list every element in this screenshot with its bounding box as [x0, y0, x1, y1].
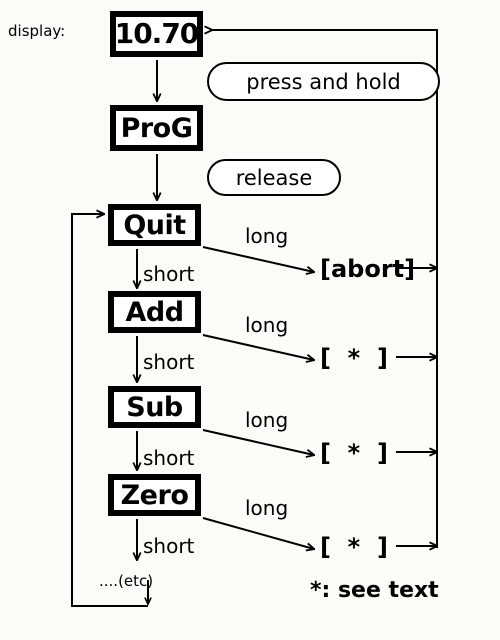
etc-label: ....(etc) — [99, 572, 154, 590]
state-box-add-inner: Add — [113, 296, 196, 328]
edge-label-long-add: long — [245, 313, 289, 337]
state-label-quit: Quit — [123, 209, 186, 241]
edge-label-long-zero: long — [245, 496, 289, 520]
token-star-add: [ * ] — [320, 344, 388, 372]
token-abort: [abort] — [320, 255, 416, 283]
state-box-quit-inner: Quit — [113, 209, 196, 241]
display-caption: display: — [8, 22, 66, 40]
state-box-prog-inner: ProG — [115, 110, 198, 146]
state-label-display: 10.70 — [114, 17, 200, 50]
annotation-release-label: release — [235, 165, 313, 190]
state-box-zero-inner: Zero — [113, 479, 196, 511]
diagram-canvas: display: 10.70 ProG Quit Add Sub Zero pr… — [0, 0, 500, 640]
edge-label-short-quit: short — [143, 262, 195, 286]
edge-label-short-zero: short — [143, 534, 195, 558]
edge-label-short-add: short — [143, 350, 195, 374]
state-box-quit[interactable]: Quit — [108, 204, 201, 246]
annotation-press-and-hold: press and hold — [207, 62, 440, 101]
state-box-sub-inner: Sub — [113, 391, 196, 423]
state-label-add: Add — [125, 296, 184, 328]
edge-label-short-sub: short — [143, 446, 195, 470]
token-star-zero: [ * ] — [320, 533, 388, 561]
token-star-sub: [ * ] — [320, 439, 388, 467]
state-box-display[interactable]: 10.70 — [110, 11, 203, 57]
state-box-zero[interactable]: Zero — [108, 474, 201, 516]
annotation-release: release — [207, 159, 341, 196]
state-label-prog: ProG — [120, 112, 193, 144]
state-label-sub: Sub — [126, 391, 183, 423]
state-box-sub[interactable]: Sub — [108, 386, 201, 428]
state-box-prog[interactable]: ProG — [110, 105, 203, 151]
edge-label-long-sub: long — [245, 408, 289, 432]
footnote-see-text: *: see text — [310, 578, 439, 603]
state-label-zero: Zero — [120, 479, 189, 511]
state-box-display-inner: 10.70 — [114, 16, 200, 52]
annotation-press-and-hold-label: press and hold — [246, 69, 401, 94]
state-box-add[interactable]: Add — [108, 291, 201, 333]
edge-label-long-quit: long — [245, 224, 289, 248]
